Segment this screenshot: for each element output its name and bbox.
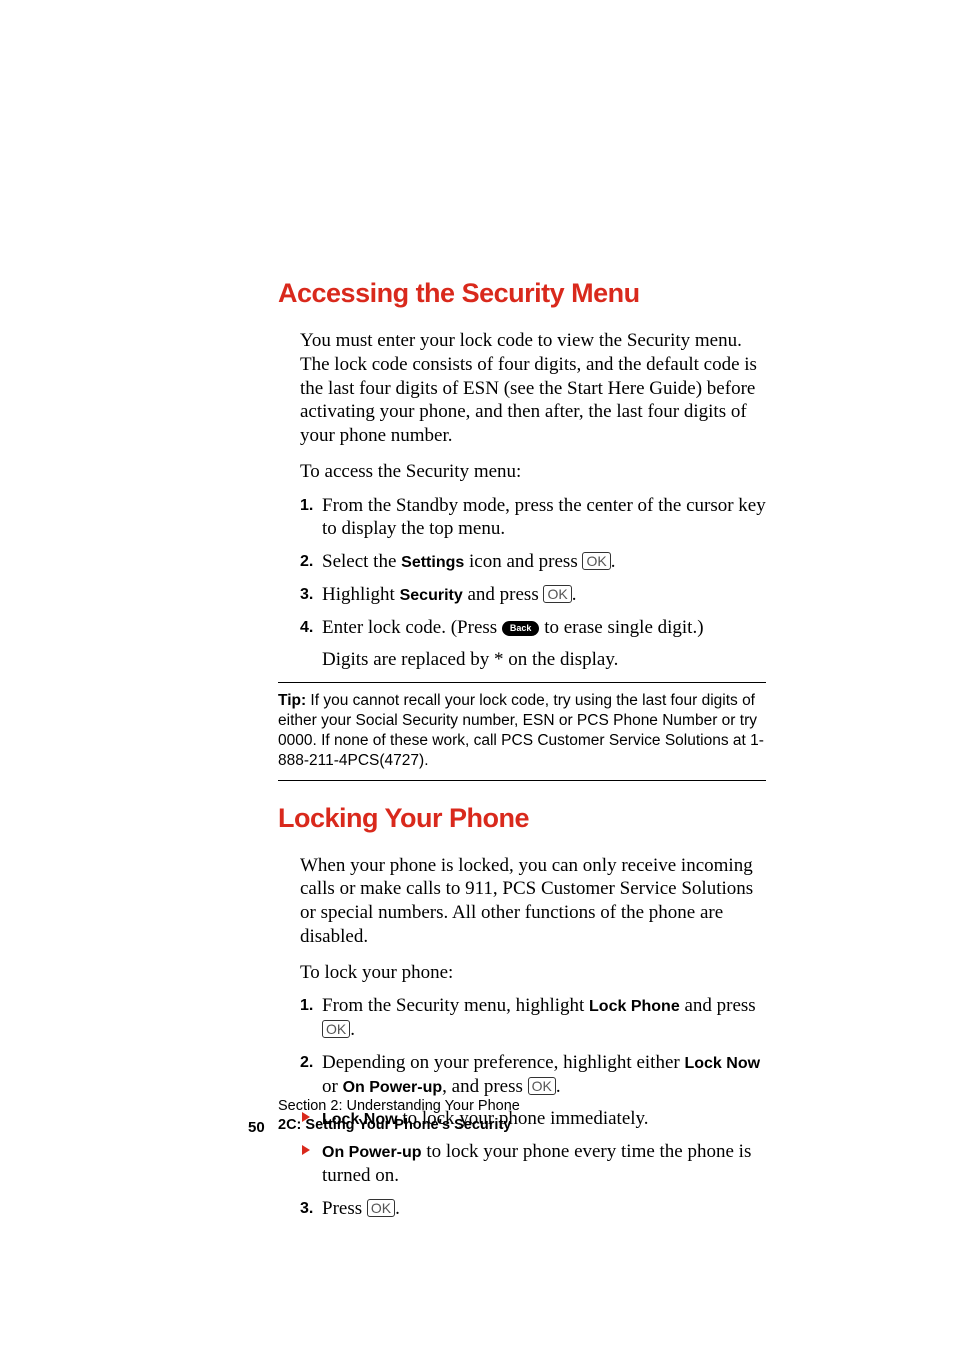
intro-lock-phone: To lock your phone: [300,961,766,985]
period: . [350,1019,355,1040]
steps-access-security: 1. From the Standby mode, press the cent… [300,494,766,640]
step-text: From the Security menu, highlight [322,995,589,1016]
step-num: 3. [300,585,313,605]
security-label: Security [400,587,463,604]
heading-locking-phone: Locking Your Phone [278,803,766,834]
step-text: and press [680,995,756,1016]
intro-access-security: To access the Security menu: [300,460,766,484]
step-num: 2. [300,1053,313,1073]
heading-accessing-security: Accessing the Security Menu [278,278,766,309]
step-text: Press [322,1198,367,1219]
step-text: Enter lock code. (Press [322,617,502,638]
step-3: 3. Highlight Security and press OK. [300,583,766,607]
step-num: 1. [300,496,313,516]
step-text: and press [463,584,544,605]
step-1: 1. From the Standby mode, press the cent… [300,494,766,542]
note-digits-asterisk: Digits are replaced by * on the display. [300,648,766,672]
para-lockcode-desc: You must enter your lock code to view th… [300,329,766,448]
step-2: 2. Depending on your preference, highlig… [300,1051,766,1099]
steps-lock-phone-cont: 3. Press OK. [300,1197,766,1221]
lock-phone-label: Lock Phone [589,998,680,1015]
step-text: Depending on your preference, highlight … [322,1052,684,1073]
step-4: 4. Enter lock code. (Press Back to erase… [300,616,766,640]
step-num: 3. [300,1199,313,1219]
settings-label: Settings [401,554,464,571]
tip-text: If you cannot recall your lock code, try… [278,692,764,769]
ok-key-icon: OK [322,1020,350,1038]
on-powerup-label: On Power-up [322,1144,422,1161]
footer-section-label: Section 2: Understanding Your Phone [278,1097,520,1117]
triangle-bullet-icon [302,1145,310,1155]
step-2: 2. Select the Settings icon and press OK… [300,550,766,574]
page-content: Accessing the Security Menu You must ent… [0,0,954,1220]
step-text: , and press [442,1076,527,1097]
tip-label: Tip: [278,692,306,709]
step-1: 1. From the Security menu, highlight Loc… [300,994,766,1042]
step-3: 3. Press OK. [300,1197,766,1221]
step-num: 1. [300,996,313,1016]
section2-body: When your phone is locked, you can only … [278,854,766,1221]
step-text: Highlight [322,584,400,605]
step-text: or [322,1076,343,1097]
ok-key-icon: OK [528,1077,556,1095]
para-locked-desc: When your phone is locked, you can only … [300,854,766,949]
tip-box: Tip: If you cannot recall your lock code… [278,682,766,781]
ok-key-icon: OK [582,552,610,570]
step-text: From the Standby mode, press the center … [322,495,766,540]
step-num: 2. [300,552,313,572]
page-footer: Section 2: Understanding Your Phone 2C: … [278,1097,520,1136]
lock-now-label: Lock Now [684,1055,760,1072]
step-text: icon and press [464,551,582,572]
period: . [395,1198,400,1219]
period: . [556,1076,561,1097]
step-num: 4. [300,618,313,638]
step-text: Select the [322,551,401,572]
page-number: 50 [248,1119,265,1136]
section1-body: You must enter your lock code to view th… [278,329,766,672]
step-text: to erase single digit.) [539,617,703,638]
steps-lock-phone: 1. From the Security menu, highlight Loc… [300,994,766,1098]
bullet-on-powerup: On Power-up to lock your phone every tim… [300,1140,766,1188]
period: . [611,551,616,572]
ok-key-icon: OK [367,1199,395,1217]
on-powerup-label: On Power-up [343,1079,443,1096]
period: . [572,584,577,605]
footer-subsection-label: 2C: Setting Your Phone's Security [278,1116,520,1136]
ok-key-icon: OK [543,585,571,603]
back-key-icon: Back [502,621,540,636]
